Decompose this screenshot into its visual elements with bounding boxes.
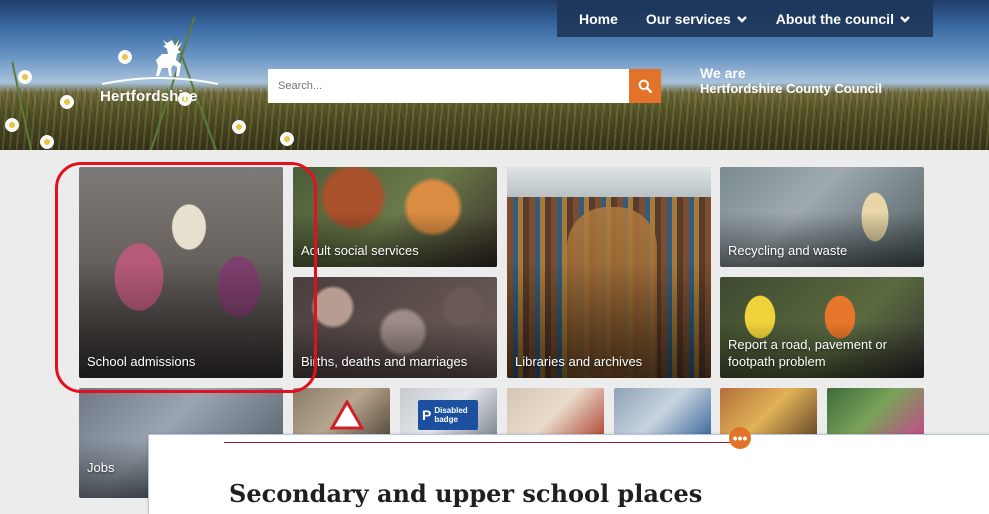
tile-partial-bus[interactable] [614,388,711,436]
parking-icon: P [422,407,432,423]
tile-partial-outdoors[interactable] [827,388,924,436]
daisy-flower [5,118,19,132]
tile-label: Libraries and archives [515,354,643,369]
search-bar [268,69,661,103]
tile-report-road-problem[interactable]: Report a road, pavement or footpath prob… [720,277,924,378]
tile-school-admissions[interactable]: School admissions [79,167,283,378]
tile-label: Report a road, pavement or footpath prob… [728,337,887,369]
popup-divider [224,442,742,443]
nav-about-council-link[interactable]: About the council [776,11,911,27]
site-logo[interactable]: Hertfordshire [100,36,220,106]
daisy-flower [40,135,54,149]
daisy-flower [232,120,246,134]
nav-our-services-label: Our services [645,10,731,27]
site-header: Home Our services About the council Hert… [0,0,989,150]
logo-wordmark: Hertfordshire [100,88,198,105]
daisy-flower [280,132,294,146]
stag-icon [101,39,219,85]
disabled-badge-text: Disabled badge [434,406,468,424]
tile-adult-social-services[interactable]: Adult social services [293,167,497,267]
tile-label: Adult social services [301,243,419,258]
ellipsis-icon[interactable]: ••• [729,427,751,449]
council-tagline: We are Hertfordshire County Council [700,66,882,97]
chevron-down-icon [736,15,747,23]
tile-label: Births, deaths and marriages [301,354,468,369]
tagline-line1: We are [700,65,746,81]
search-icon [638,79,652,93]
nav-home-label: Home [579,10,618,27]
nav-about-council-label: About the council [775,10,894,27]
search-input[interactable] [268,69,629,103]
warning-sign-icon [330,400,364,430]
tile-label: Recycling and waste [728,243,848,258]
disabled-badge-sign: P Disabled badge [418,400,478,430]
nav-home-link[interactable]: Home [579,11,618,27]
tile-libraries-archives[interactable]: Libraries and archives [507,167,711,378]
popup-title: Secondary and upper school places [229,479,703,508]
tile-recycling-waste[interactable]: Recycling and waste [720,167,924,267]
tile-births-deaths-marriages[interactable]: Births, deaths and marriages [293,277,497,378]
chevron-down-icon [900,15,910,23]
info-popup-panel: ••• Secondary and upper school places [148,427,989,514]
tile-label: School admissions [87,354,196,369]
tagline-line2: Hertfordshire County Council [700,81,883,96]
top-navigation: Home Our services About the council [557,0,933,37]
search-button[interactable] [629,69,661,103]
nav-our-services-link[interactable]: Our services [646,11,748,27]
tile-partial-calendar[interactable] [507,388,604,436]
daisy-flower [18,70,32,84]
daisy-flower [60,95,74,109]
